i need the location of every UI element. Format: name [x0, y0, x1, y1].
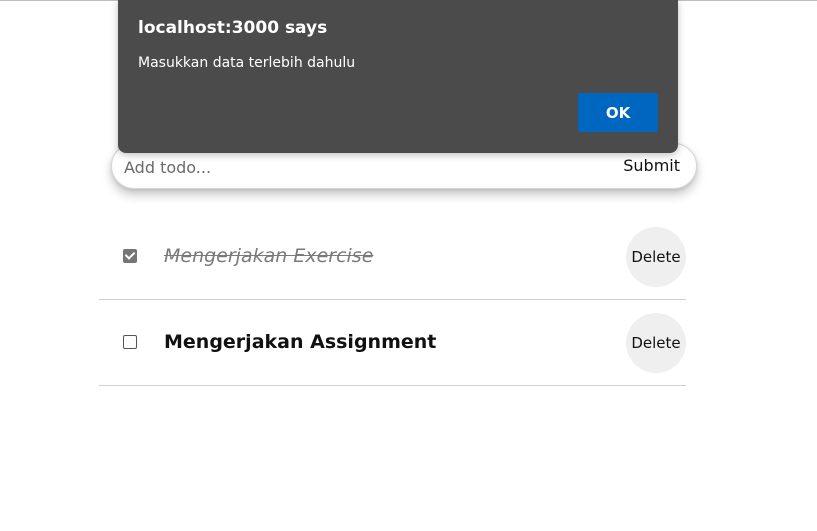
todo-item: Mengerjakan Assignment Delete [99, 300, 686, 386]
todo-item-text: Mengerjakan Assignment [164, 331, 437, 353]
alert-title: localhost:3000 says [138, 18, 328, 38]
submit-button[interactable]: Submit [623, 156, 680, 175]
ok-button[interactable]: OK [578, 93, 658, 132]
delete-button[interactable]: Delete [626, 227, 686, 287]
add-todo-input[interactable] [124, 155, 604, 179]
checkbox-unchecked-icon[interactable] [123, 335, 137, 349]
delete-button[interactable]: Delete [626, 313, 686, 373]
alert-message: Masukkan data terlebih dahulu [138, 55, 356, 71]
todo-item: Mengerjakan Exercise Delete [99, 214, 686, 300]
checkbox-checked-icon[interactable] [123, 249, 137, 263]
todo-list: Mengerjakan Exercise Delete Mengerjakan … [99, 214, 686, 386]
alert-dialog: localhost:3000 says Masukkan data terleb… [118, 0, 678, 153]
todo-item-text: Mengerjakan Exercise [164, 245, 374, 267]
